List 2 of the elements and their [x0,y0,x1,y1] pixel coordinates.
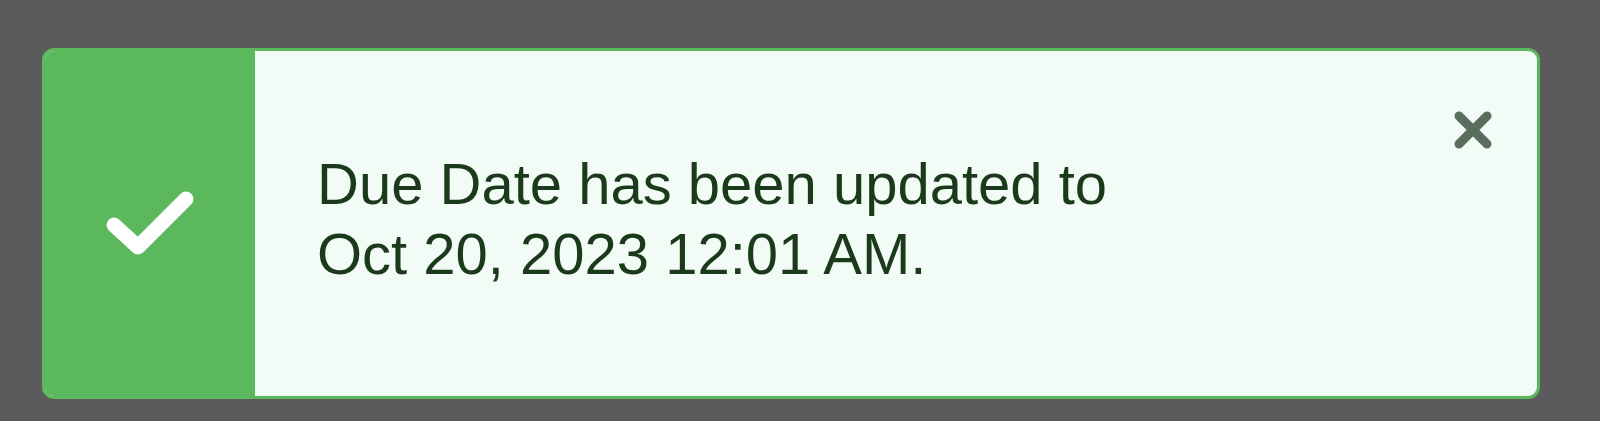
toast-message: Due Date has been updated to Oct 20, 2023 12:01 AM. [317,150,1109,288]
close-icon [1453,110,1493,150]
